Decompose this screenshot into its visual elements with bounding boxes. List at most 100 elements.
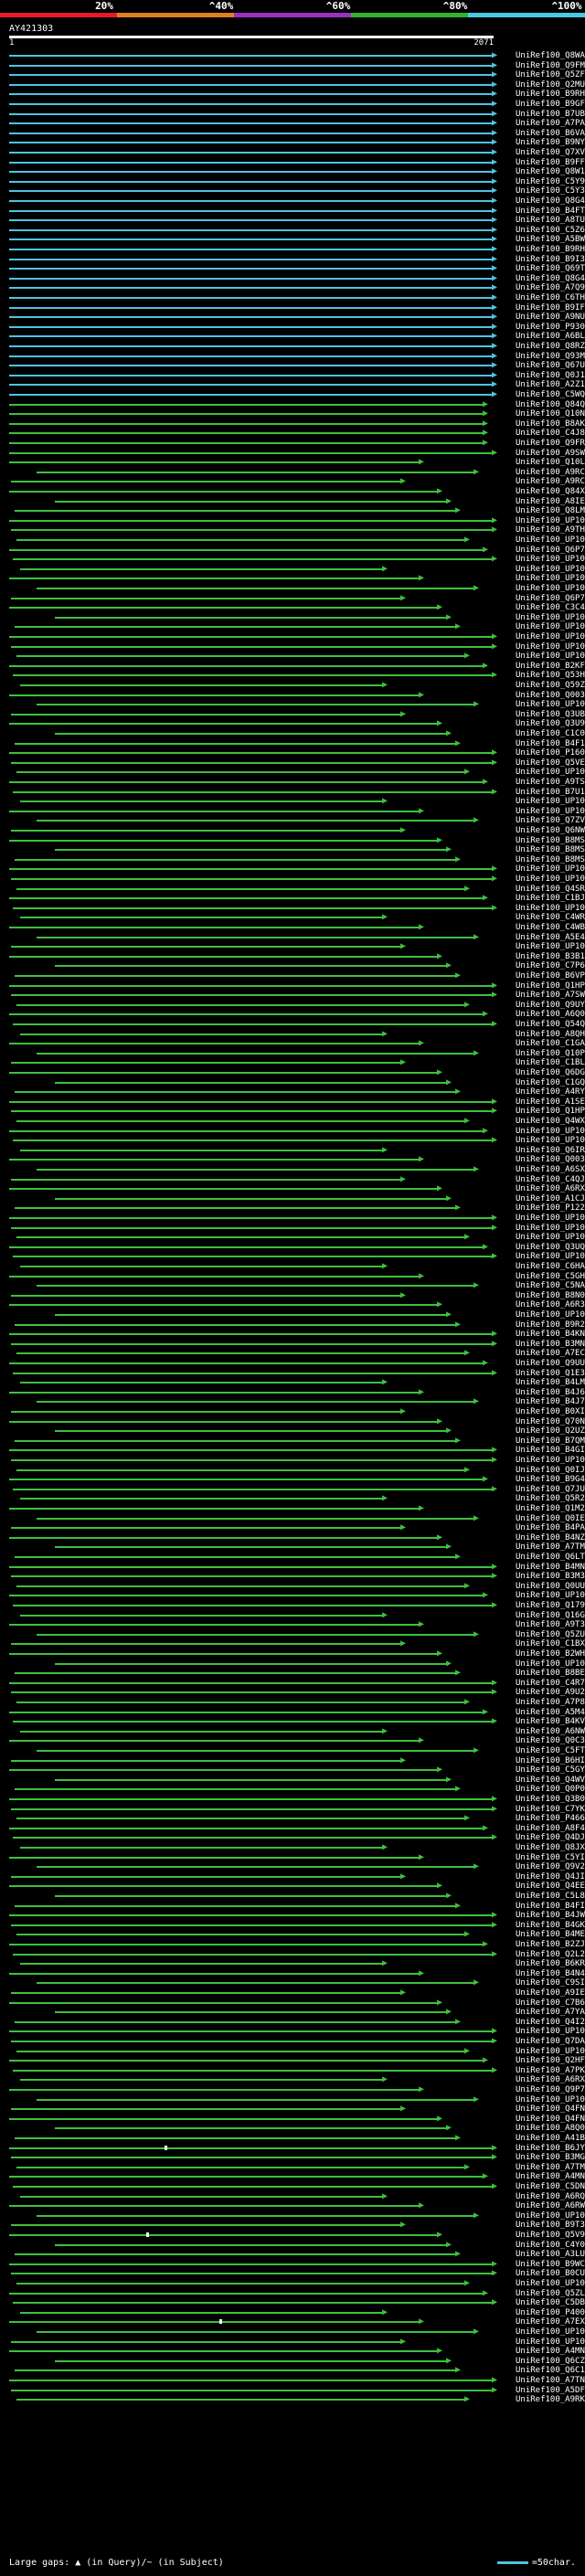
hit-label[interactable]: UniRef100_Q00325 (516, 1155, 585, 1165)
hit-bar[interactable] (9, 1043, 420, 1045)
hit-bar[interactable] (9, 413, 484, 416)
hit-row[interactable]: ▶ UniRef100_Q17970 (0, 1601, 585, 1611)
hit-label[interactable]: UniRef100_UP1000... (516, 2047, 585, 2057)
hit-row[interactable]: ▶ UniRef100_B4F1D4 (0, 738, 585, 749)
hit-label[interactable]: UniRef100_Q70NC3 (516, 1417, 585, 1427)
hit-bar[interactable] (20, 1033, 384, 1035)
hit-bar[interactable] (16, 1701, 466, 1703)
hit-bar[interactable] (9, 694, 420, 696)
hit-row[interactable]: ▶ UniRef100_Q2UZ47 (0, 1426, 585, 1436)
hit-label[interactable]: UniRef100_Q5VEM8 (516, 758, 585, 769)
hit-bar[interactable] (16, 1468, 466, 1471)
hit-bar[interactable] (37, 588, 475, 589)
hit-label[interactable]: UniRef100_C4R7C5 (516, 1679, 585, 1689)
hit-bar[interactable] (16, 2166, 466, 2168)
hit-bar[interactable] (11, 1226, 494, 1229)
hit-bar[interactable] (15, 626, 457, 629)
hit-label[interactable]: UniRef100_B3M3G0 (516, 1572, 585, 1582)
hit-label[interactable]: UniRef100_C5Y3W1 (516, 186, 585, 196)
hit-label[interactable]: UniRef100_A4MNB1 (516, 2347, 585, 2357)
hit-row[interactable]: ▶ UniRef100_B4ME04 (0, 1930, 585, 1940)
hit-bar[interactable] (15, 2369, 457, 2372)
hit-bar[interactable] (9, 1508, 420, 1510)
hit-row[interactable]: ▶ UniRef100_B9T3L4 (0, 2221, 585, 2231)
hit-row[interactable]: ▶ UniRef100_Q0J1Q8 (0, 370, 585, 381)
hit-row[interactable]: ▶ UniRef100_C1GA46 (0, 1039, 585, 1049)
hit-label[interactable]: UniRef100_UP1000... (516, 1127, 585, 1137)
hit-row[interactable]: ▶ UniRef100_UP1000... (0, 584, 585, 594)
hit-bar[interactable] (9, 335, 494, 338)
hit-label[interactable]: UniRef100_Q3B0G9 (516, 1795, 585, 1805)
hit-label[interactable]: UniRef100_A7TNL4 (516, 2376, 585, 2386)
hit-label[interactable]: UniRef100_B6VAZ1 (516, 129, 585, 139)
hit-bar[interactable] (9, 161, 494, 164)
hit-row[interactable]: ▶ UniRef100_Q5VEM8 (0, 758, 585, 769)
hit-label[interactable]: UniRef100_C5DBN4 (516, 2298, 585, 2308)
hit-bar[interactable] (9, 384, 494, 387)
hit-label[interactable]: UniRef100_Q59ZN2 (516, 681, 585, 691)
hit-row[interactable]: ▶ UniRef100_Q0UUN2 (0, 1581, 585, 1592)
hit-bar[interactable] (37, 1169, 475, 1171)
hit-row[interactable]: ▶ UniRef100_C5DNQ3 (0, 2182, 585, 2192)
hit-label[interactable]: UniRef100_Q5ZF44 (516, 70, 585, 80)
hit-label[interactable]: UniRef100_B4KVN2 (516, 1717, 585, 1727)
hit-label[interactable]: UniRef100_Q9V2E4 (516, 1862, 585, 1872)
hit-row[interactable]: ▶ UniRef100_A41BY3 (0, 2134, 585, 2144)
hit-label[interactable]: UniRef100_C5NAR6 (516, 1281, 585, 1291)
hit-row[interactable]: ▶ UniRef100_UP1000... (0, 1659, 585, 1670)
hit-row[interactable]: ▶ UniRef100_UP1000... (0, 622, 585, 632)
hit-row[interactable]: ▶ UniRef100_A6NWN6 (0, 1726, 585, 1737)
hit-row[interactable]: ▶ UniRef100_Q2HFF6 (0, 2056, 585, 2066)
hit-row[interactable]: ▶ UniRef100_Q8LM63 (0, 506, 585, 516)
hit-bar[interactable] (13, 790, 494, 793)
hit-row[interactable]: ▶ UniRef100_Q4WXV3 (0, 1117, 585, 1127)
hit-label[interactable]: UniRef100_Q84Q91 (516, 400, 585, 410)
hit-bar[interactable] (9, 607, 439, 610)
hit-label[interactable]: UniRef100_Q10NP8 (516, 409, 585, 419)
hit-bar[interactable] (55, 1081, 448, 1084)
hit-bar[interactable] (9, 2147, 494, 2149)
hit-label[interactable]: UniRef100_B9R210 (516, 1320, 585, 1330)
hit-label[interactable]: UniRef100_A9U2D1 (516, 1688, 585, 1698)
hit-label[interactable]: UniRef100_Q7DAQ2 (516, 2037, 585, 2047)
hit-bar[interactable] (13, 2069, 494, 2072)
hit-label[interactable]: UniRef100_UP1000... (516, 555, 585, 565)
hit-label[interactable]: UniRef100_C4Y0X6 (516, 2241, 585, 2251)
hit-label[interactable]: UniRef100_C5GH44 (516, 1272, 585, 1282)
hit-bar[interactable] (15, 1904, 457, 1907)
hit-label[interactable]: UniRef100_UP1000... (516, 1591, 585, 1601)
hit-label[interactable]: UniRef100_A5M441 (516, 1708, 585, 1718)
hit-row[interactable]: ▶ UniRef100_UP1000... (0, 564, 585, 575)
hit-row[interactable]: ▶ UniRef100_Q10L36 (0, 458, 585, 468)
hit-bar[interactable] (9, 451, 494, 454)
hit-label[interactable]: UniRef100_C6HA96 (516, 1262, 585, 1272)
hit-row[interactable]: ▶ UniRef100_A9TH39 (0, 525, 585, 535)
hit-label[interactable]: UniRef100_Q9UYG0 (516, 1001, 585, 1011)
hit-row[interactable]: ▶ UniRef100_A6RXT3 (0, 1184, 585, 1194)
hit-label[interactable]: UniRef100_A6RXT3 (516, 1184, 585, 1194)
hit-label[interactable]: UniRef100_UP1000... (516, 632, 585, 642)
hit-label[interactable]: UniRef100_A7P8S1 (516, 1698, 585, 1708)
hit-bar[interactable] (9, 74, 494, 77)
hit-label[interactable]: UniRef100_Q1HPF3 (516, 1107, 585, 1117)
hit-bar[interactable] (13, 674, 494, 677)
hit-row[interactable]: ▶ UniRef100_Q8G414 (0, 273, 585, 284)
hit-row[interactable]: ▶ UniRef100_C5FTY1 (0, 1746, 585, 1756)
hit-label[interactable]: UniRef100_Q4JIU3 (516, 1872, 585, 1882)
hit-row[interactable]: ▶ UniRef100_A6BLN8 (0, 332, 585, 342)
hit-row[interactable]: ▶ UniRef100_A2Z1Z7 (0, 380, 585, 390)
hit-label[interactable]: UniRef100_Q6P7N3 (516, 546, 585, 556)
hit-bar[interactable] (9, 2089, 420, 2091)
hit-bar[interactable] (20, 2311, 384, 2314)
hit-bar[interactable] (20, 1149, 384, 1151)
hit-label[interactable]: UniRef100_B9G4Z4 (516, 1475, 585, 1485)
hit-bar[interactable] (9, 2060, 484, 2062)
hit-bar[interactable] (9, 394, 494, 396)
hit-label[interactable]: UniRef100_UP1000... (516, 642, 585, 652)
hit-bar[interactable] (55, 1430, 448, 1433)
hit-bar[interactable] (9, 2001, 439, 2004)
hit-row[interactable]: ▶ UniRef100_A7PKU4 (0, 2065, 585, 2076)
hit-label[interactable]: UniRef100_C5Z6F8 (516, 226, 585, 236)
hit-bar[interactable] (11, 830, 402, 832)
hit-row[interactable]: ▶ UniRef100_UP1000... (0, 612, 585, 623)
